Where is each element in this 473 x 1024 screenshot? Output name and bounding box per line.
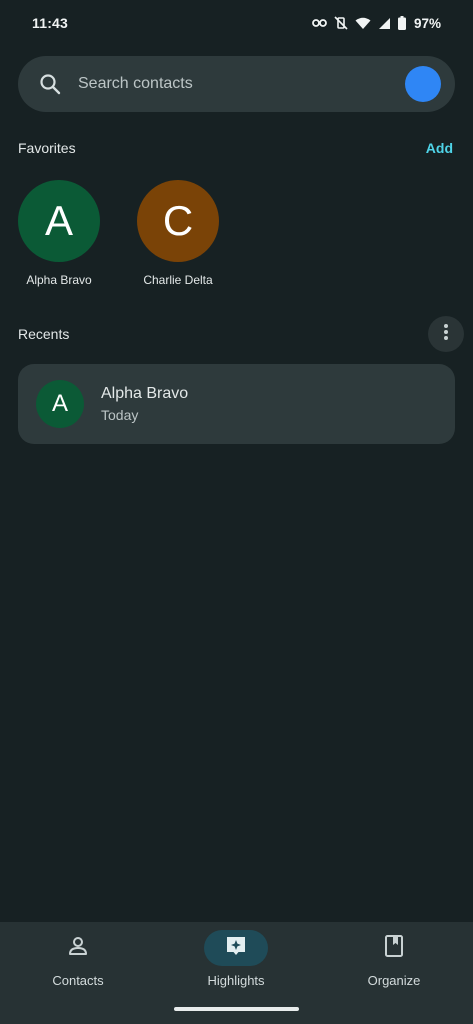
wifi-icon [355,17,371,30]
battery-percent: 97% [413,15,441,31]
nav-item-highlights[interactable]: Highlights [166,930,306,988]
favorite-contact[interactable]: A Alpha Bravo [18,180,100,287]
recent-contact-card[interactable]: A Alpha Bravo Today [18,364,455,444]
favorites-title: Favorites [18,140,76,156]
nav-label-highlights: Highlights [207,973,265,988]
account-avatar[interactable] [405,66,441,102]
contact-avatar: C [137,180,219,262]
nav-icon-container [46,930,110,966]
highlights-sparkle-icon [225,935,247,962]
person-icon [67,935,89,962]
favorite-name: Alpha Bravo [26,273,92,287]
search-icon [38,72,62,96]
status-icons: 97% [312,16,441,31]
avatar-initial: A [44,197,73,244]
nav-icon-container [204,930,268,966]
bookmark-book-icon [384,934,404,962]
nav-label-contacts: Contacts [52,973,104,988]
more-vert-icon [443,323,449,346]
search-bar[interactable] [18,56,455,112]
favorites-list: A Alpha Bravo C Charlie Delta [18,180,219,287]
recents-title: Recents [18,326,70,342]
search-input[interactable] [78,75,405,93]
vibrate-off-icon [334,16,348,30]
favorites-header: Favorites Add [18,138,455,158]
recents-header: Recents [18,316,464,352]
favorite-contact[interactable]: C Charlie Delta [137,180,219,287]
vpn-key-icon [312,18,327,28]
nav-item-organize[interactable]: Organize [324,930,464,988]
avatar-initial: A [51,390,68,417]
favorite-name: Charlie Delta [143,273,213,287]
battery-icon [397,16,406,30]
gesture-handle[interactable] [174,1007,299,1011]
recent-contact-text: Alpha Bravo Today [101,385,188,423]
nav-label-organize: Organize [367,973,421,988]
status-time: 11:43 [32,15,69,31]
signal-icon [378,17,391,30]
status-bar: 11:43 97% [0,0,473,46]
add-favorite-button[interactable]: Add [426,140,453,156]
nav-icon-container [362,930,426,966]
avatar-initial: C [162,197,194,244]
recent-contact-time: Today [101,407,139,423]
contact-avatar: A [18,180,100,262]
nav-item-contacts[interactable]: Contacts [8,930,148,988]
recent-contact-name: Alpha Bravo [101,385,189,402]
more-options-button[interactable] [428,316,464,352]
contact-avatar: A [36,380,84,428]
